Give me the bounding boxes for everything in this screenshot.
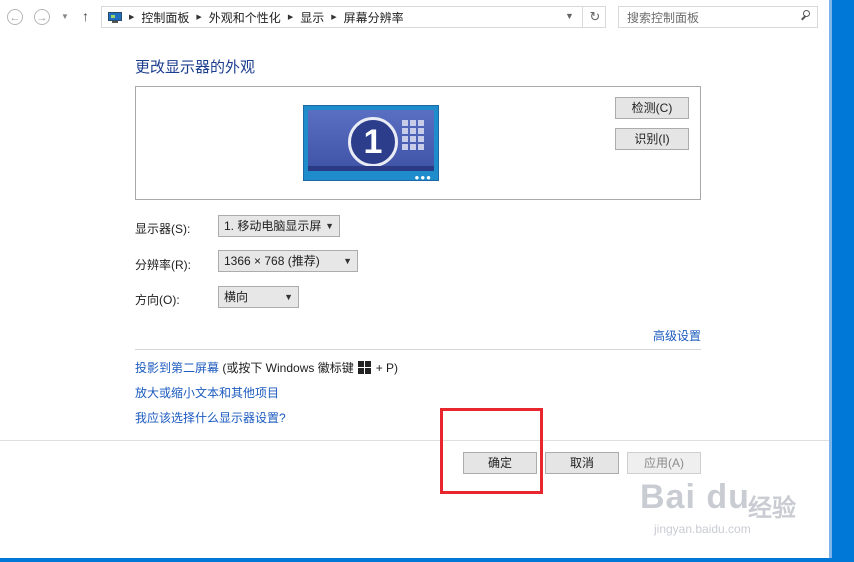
- display-select[interactable]: 1. 移动电脑显示屏 ▼: [218, 215, 340, 237]
- search-box[interactable]: [618, 6, 818, 28]
- orientation-select[interactable]: 横向 ▼: [218, 286, 299, 308]
- orientation-select-value: 横向: [224, 290, 249, 304]
- resolution-select-value: 1366 × 768 (推荐): [224, 254, 320, 268]
- cancel-button[interactable]: 取消: [545, 452, 619, 474]
- chevron-down-icon: ▼: [343, 256, 352, 266]
- dots-icon: ●●●: [414, 173, 432, 182]
- refresh-icon: ↻: [589, 9, 601, 24]
- window-frame-bottom: [0, 558, 854, 562]
- watermark-url: jingyan.baidu.com: [654, 522, 751, 536]
- grid-icon: [402, 120, 432, 152]
- refresh-button[interactable]: ↻: [582, 7, 607, 27]
- back-button[interactable]: ←: [7, 9, 23, 25]
- project-row: 投影到第二屏幕 (或按下 Windows 徽标键 + P): [135, 359, 398, 376]
- chevron-down-icon: ▼: [325, 221, 334, 231]
- chevron-down-icon[interactable]: ▼: [565, 11, 574, 21]
- breadcrumb: ▶ 控制面板 ▶ 外观和个性化 ▶ 显示 ▶ 屏幕分辨率: [108, 7, 404, 27]
- text-size-link[interactable]: 放大或缩小文本和其他项目: [135, 384, 279, 401]
- control-panel-icon: [108, 11, 122, 23]
- search-input[interactable]: [625, 8, 799, 28]
- up-button[interactable]: ↑: [82, 8, 89, 24]
- window-frame-right: [829, 0, 854, 562]
- window-frame-highlight: [829, 0, 832, 562]
- breadcrumb-appearance[interactable]: 外观和个性化: [209, 9, 281, 26]
- monitor-number-badge: 1: [348, 117, 398, 167]
- project-second-screen-link[interactable]: 投影到第二屏幕: [135, 361, 219, 375]
- display-label: 显示器(S):: [135, 222, 191, 236]
- chevron-right-icon[interactable]: ▶: [196, 13, 201, 21]
- watermark-text: 经验: [748, 495, 796, 522]
- page-title: 更改显示器的外观: [135, 59, 256, 76]
- display-help-link[interactable]: 我应该选择什么显示器设置?: [135, 409, 286, 426]
- orientation-label: 方向(O):: [135, 293, 180, 307]
- windows-logo-icon: [357, 361, 372, 375]
- project-hint-key: + P): [375, 361, 399, 375]
- address-bar[interactable]: ▶ 控制面板 ▶ 外观和个性化 ▶ 显示 ▶ 屏幕分辨率 ▼ ↻: [101, 6, 606, 28]
- annotation-highlight-box: [440, 408, 543, 494]
- chevron-right-icon[interactable]: ▶: [288, 13, 293, 21]
- display-select-value: 1. 移动电脑显示屏: [224, 219, 322, 233]
- divider: [135, 349, 701, 350]
- watermark: Bai du 经验 jingyan.baidu.com: [640, 478, 826, 542]
- apply-button[interactable]: 应用(A): [627, 452, 701, 474]
- recent-locations-dropdown[interactable]: ▼: [61, 12, 69, 21]
- monitor-icon[interactable]: 1 ●●●: [303, 105, 439, 182]
- resolution-label: 分辨率(R):: [135, 258, 191, 272]
- advanced-settings-link[interactable]: 高级设置: [653, 327, 701, 344]
- monitor-screen: 1: [308, 110, 434, 171]
- project-hint-text: (或按下 Windows 徽标键: [219, 361, 354, 375]
- footer-divider: [0, 440, 829, 441]
- identify-button[interactable]: 识别(I): [615, 128, 689, 150]
- breadcrumb-control-panel[interactable]: 控制面板: [141, 9, 189, 26]
- chevron-right-icon[interactable]: ▶: [129, 13, 134, 21]
- breadcrumb-screen-resolution[interactable]: 屏幕分辨率: [344, 9, 404, 26]
- chevron-right-icon[interactable]: ▶: [331, 13, 336, 21]
- resolution-select[interactable]: 1366 × 768 (推荐) ▼: [218, 250, 358, 272]
- detect-button[interactable]: 检测(C): [615, 97, 689, 119]
- taskbar-stripe: [308, 166, 434, 171]
- watermark-logo: Bai du: [640, 478, 750, 516]
- forward-button[interactable]: →: [34, 9, 50, 25]
- breadcrumb-display[interactable]: 显示: [300, 9, 324, 26]
- chevron-down-icon: ▼: [284, 292, 293, 302]
- search-icon[interactable]: [801, 9, 811, 21]
- display-preview-panel: 1 ●●● 检测(C) 识别(I): [135, 86, 701, 200]
